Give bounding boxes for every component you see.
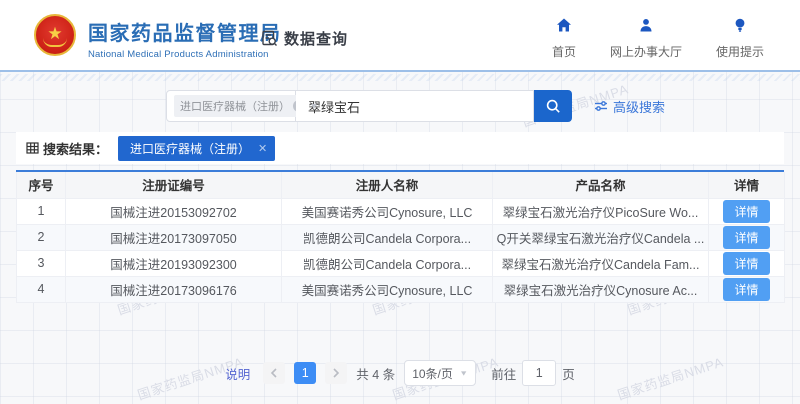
detail-cell: 详情 (709, 224, 785, 250)
header-hatch-divider (0, 74, 800, 81)
product-cell: Q开关翠绿宝石激光治疗仪Candela ... (493, 224, 709, 250)
table-row: 1国械注进20153092702美国赛诺秀公司Cynosure, LLC翠绿宝石… (17, 198, 785, 224)
registrant-cell: 凯德朗公司Candela Corpora... (282, 224, 493, 250)
row-index: 3 (17, 250, 66, 276)
filter-tag[interactable]: 进口医疗器械（注册） ✕ (118, 136, 275, 161)
search-input[interactable] (296, 90, 534, 122)
pagination: 说明 1 共 4 条 10条/页 ▼ 前往 页 (0, 360, 800, 386)
goto-page-input[interactable] (522, 360, 556, 386)
current-page-button[interactable]: 1 (294, 362, 316, 384)
column-header: 详情 (709, 172, 785, 198)
detail-cell: 详情 (709, 250, 785, 276)
results-label: 搜索结果： (26, 139, 108, 158)
grid-table-icon (26, 142, 39, 154)
magnifier-icon (545, 98, 562, 115)
row-index: 1 (17, 198, 66, 224)
page-size-select[interactable]: 10条/页 ▼ (404, 360, 476, 386)
document-search-icon (260, 29, 279, 48)
table-header-row: 序号注册证编号注册人名称产品名称详情 (17, 172, 785, 198)
table-row: 3国械注进20193092300凯德朗公司Candela Corpora...翠… (17, 250, 785, 276)
search-form: 进口医疗器械（注册） ✕ ▼ 高级搜索 (166, 90, 665, 122)
cert-no-cell: 国械注进20153092702 (66, 198, 282, 224)
detail-button[interactable]: 详情 (723, 226, 769, 249)
column-header: 序号 (17, 172, 66, 198)
national-emblem-logo: ★ (34, 14, 76, 56)
cert-no-cell: 国械注进20173097050 (66, 224, 282, 250)
category-select[interactable]: 进口医疗器械（注册） ✕ ▼ (166, 90, 296, 122)
nav-label: 使用提示 (716, 43, 764, 60)
nav-label: 网上办事大厅 (610, 43, 682, 60)
goto-page: 前往 页 (491, 360, 575, 386)
brand-title: 国家药品监督管理局 (88, 17, 282, 46)
brand-subtitle: National Medical Products Administration (88, 49, 282, 60)
detail-button[interactable]: 详情 (723, 252, 769, 275)
registrant-cell: 美国赛诺秀公司Cynosure, LLC (282, 276, 493, 302)
product-cell: 翠绿宝石激光治疗仪Cynosure Ac... (493, 276, 709, 302)
nav-item-首页[interactable]: 首页 (552, 17, 576, 60)
chevron-left-icon (270, 368, 278, 378)
row-index: 2 (17, 224, 66, 250)
results-table: 序号注册证编号注册人名称产品名称详情 1国械注进20153092702美国赛诺秀… (16, 170, 784, 303)
row-index: 4 (17, 276, 66, 302)
column-header: 注册人名称 (282, 172, 493, 198)
product-cell: 翠绿宝石激光治疗仪Candela Fam... (493, 250, 709, 276)
category-selected-tag[interactable]: 进口医疗器械（注册） ✕ (174, 95, 309, 117)
prev-page-button[interactable] (263, 362, 285, 384)
nav-item-网上办事大厅[interactable]: 网上办事大厅 (610, 17, 682, 60)
advanced-search-link[interactable]: 高级搜索 (594, 97, 665, 116)
detail-cell: 详情 (709, 198, 785, 224)
registrant-cell: 凯德朗公司Candela Corpora... (282, 250, 493, 276)
registrant-cell: 美国赛诺秀公司Cynosure, LLC (282, 198, 493, 224)
product-cell: 翠绿宝石激光治疗仪PicoSure Wo... (493, 198, 709, 224)
detail-cell: 详情 (709, 276, 785, 302)
table-row: 2国械注进20173097050凯德朗公司Candela Corpora...Q… (17, 224, 785, 250)
total-count: 共 4 条 (356, 364, 395, 383)
goto-suffix: 页 (562, 364, 575, 383)
user-icon (638, 17, 654, 38)
note-link[interactable]: 说明 (225, 364, 250, 383)
detail-button[interactable]: 详情 (723, 200, 769, 223)
bulb-icon (732, 17, 748, 38)
header: ★ 国家药品监督管理局 National Medical Products Ad… (0, 0, 800, 72)
brand: 国家药品监督管理局 National Medical Products Admi… (88, 17, 282, 60)
chevron-down-icon: ▼ (459, 369, 468, 377)
nav-label: 首页 (552, 43, 576, 60)
filter-sliders-icon (594, 100, 608, 112)
goto-prefix: 前往 (491, 364, 516, 383)
emblem-star-icon: ★ (47, 25, 62, 42)
search-button[interactable] (534, 90, 572, 122)
cert-no-cell: 国械注进20173096176 (66, 276, 282, 302)
remove-filter-icon[interactable]: ✕ (258, 142, 267, 155)
chevron-down-icon: ▼ (309, 102, 319, 111)
top-nav: 首页 网上办事大厅 使用提示 (552, 17, 764, 60)
next-page-button[interactable] (325, 362, 347, 384)
results-bar: 搜索结果： 进口医疗器械（注册） ✕ (16, 132, 784, 164)
nav-item-使用提示[interactable]: 使用提示 (716, 17, 764, 60)
detail-button[interactable]: 详情 (723, 278, 769, 301)
cert-no-cell: 国械注进20193092300 (66, 250, 282, 276)
page-title: 数据查询 (260, 28, 348, 49)
column-header: 产品名称 (493, 172, 709, 198)
home-icon (556, 17, 572, 38)
table-row: 4国械注进20173096176美国赛诺秀公司Cynosure, LLC翠绿宝石… (17, 276, 785, 302)
chevron-right-icon (332, 368, 340, 378)
column-header: 注册证编号 (66, 172, 282, 198)
